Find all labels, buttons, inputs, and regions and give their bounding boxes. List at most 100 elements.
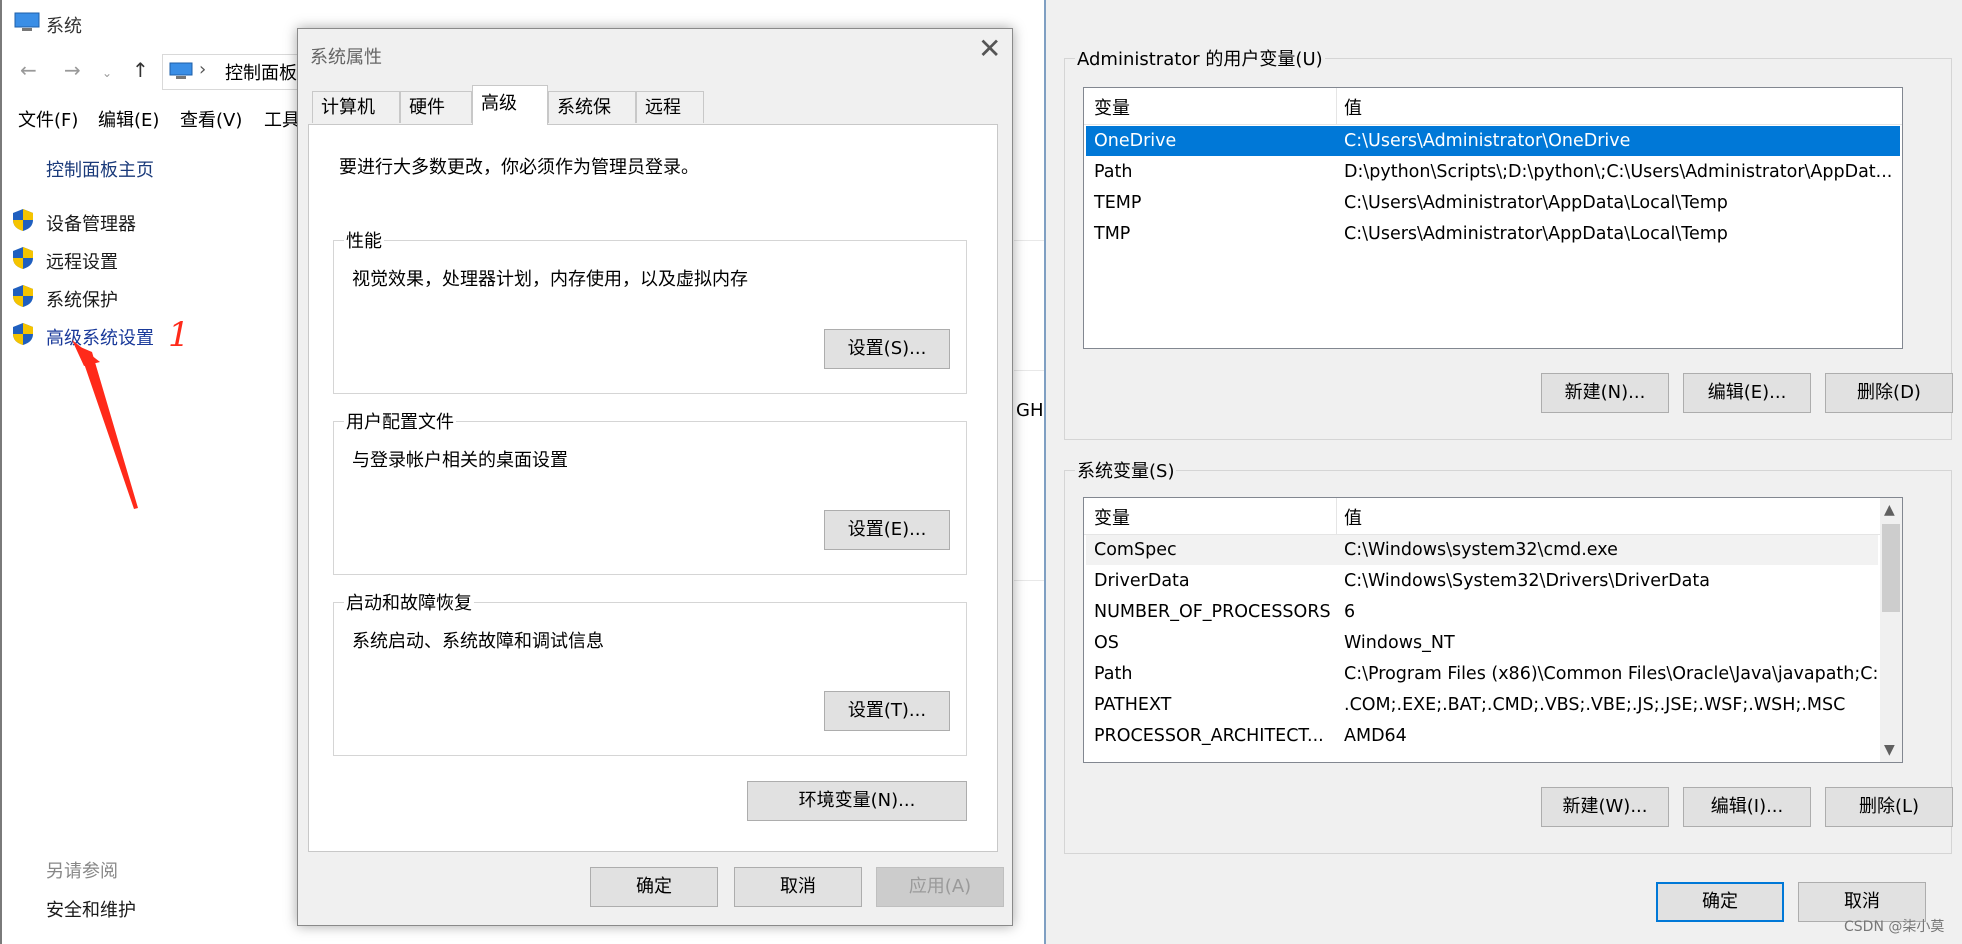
tab-remote[interactable]: 远程 (636, 91, 704, 123)
system-properties-dialog: 系统属性 ✕ 计算机名 硬件 高级 系统保护 远程 要进行大多数更改，你必须作为… (297, 28, 1013, 926)
user-profiles-settings-button[interactable]: 设置(E)... (824, 510, 950, 550)
sidebar-system-protection[interactable]: 系统保护 (46, 286, 118, 312)
variable-value: AMD64 (1344, 726, 1407, 746)
performance-settings-button[interactable]: 设置(S)... (824, 329, 950, 369)
address-bar[interactable]: › 控制面板 (162, 54, 304, 90)
variable-name: OneDrive (1094, 131, 1177, 151)
column-header-value[interactable]: 值 (1344, 504, 1362, 530)
scroll-down-icon[interactable]: ▼ (1884, 742, 1895, 758)
menu-file[interactable]: 文件(F) (18, 106, 78, 132)
sidebar-device-manager[interactable]: 设备管理器 (46, 210, 136, 236)
user-variables-list[interactable]: 变量 值 OneDrive C:\Users\Administrator\One… (1083, 87, 1903, 349)
user-variables-legend: Administrator 的用户变量(U) (1075, 45, 1325, 71)
breadcrumb-control-panel[interactable]: 控制面板 (225, 59, 297, 85)
system-new-button[interactable]: 新建(W)... (1541, 787, 1669, 827)
vertical-scrollbar[interactable]: ▲ ▼ (1880, 498, 1902, 762)
column-header-variable[interactable]: 变量 (1094, 94, 1130, 120)
user-variables-section: Administrator 的用户变量(U) 变量 值 OneDrive C:\… (1064, 45, 1953, 440)
back-arrow-icon[interactable]: ← (20, 58, 37, 82)
variable-value: C:\Users\Administrator\OneDrive (1344, 131, 1631, 151)
variable-value: C:\Program Files (x86)\Common Files\Orac… (1344, 664, 1896, 684)
sidebar-remote-settings[interactable]: 远程设置 (46, 248, 118, 274)
variable-value: Windows_NT (1344, 633, 1455, 653)
startup-recovery-legend: 启动和故障恢复 (344, 589, 474, 615)
scroll-up-icon[interactable]: ▲ (1884, 502, 1895, 518)
column-separator[interactable] (1336, 498, 1337, 534)
shield-icon (13, 285, 33, 307)
cancel-button[interactable]: 取消 (734, 867, 862, 907)
list-item[interactable]: TEMP C:\Users\Administrator\AppData\Loca… (1086, 188, 1900, 218)
sidebar-advanced-system-settings[interactable]: 高级系统设置 (46, 324, 154, 350)
recent-dropdown-icon[interactable]: ⌄ (102, 66, 112, 80)
tab-computer-name[interactable]: 计算机名 (312, 91, 400, 150)
system-variables-legend: 系统变量(S) (1075, 457, 1177, 483)
close-icon[interactable]: ✕ (978, 35, 1001, 63)
tab-advanced[interactable]: 高级 (472, 85, 548, 125)
shield-icon (13, 323, 33, 345)
environment-variables-button[interactable]: 环境变量(N)... (747, 781, 967, 821)
startup-recovery-settings-button[interactable]: 设置(T)... (824, 691, 950, 731)
list-header: 变量 值 (1084, 498, 1902, 535)
column-separator[interactable] (1336, 88, 1337, 124)
list-item[interactable]: PATHEXT .COM;.EXE;.BAT;.CMD;.VBS;.VBE;.J… (1086, 690, 1878, 720)
column-header-variable[interactable]: 变量 (1094, 504, 1130, 530)
divider (1014, 370, 1046, 371)
system-window-title: 系统 (46, 16, 82, 37)
ok-button[interactable]: 确定 (590, 867, 718, 907)
column-header-value[interactable]: 值 (1344, 94, 1362, 120)
variable-value: C:\Users\Administrator\AppData\Local\Tem… (1344, 193, 1728, 213)
variable-value: C:\Windows\system32\cmd.exe (1344, 540, 1618, 560)
performance-group: 性能 视觉效果，处理器计划，内存使用，以及虚拟内存 设置(S)... (333, 227, 967, 394)
divider (1014, 580, 1046, 581)
variable-name: TEMP (1094, 193, 1142, 213)
menu-view[interactable]: 查看(V) (180, 106, 242, 132)
watermark: CSDN @柒小莫 (1844, 919, 1945, 935)
variable-value: 6 (1344, 602, 1356, 622)
env-ok-button[interactable]: 确定 (1656, 882, 1784, 922)
shield-icon (13, 247, 33, 269)
variable-name: PATHEXT (1094, 695, 1172, 715)
shield-icon (13, 209, 33, 231)
list-item[interactable]: DriverData C:\Windows\System32\Drivers\D… (1086, 566, 1878, 596)
column-separator[interactable] (1902, 88, 1903, 124)
dialog-title: 系统属性 (310, 47, 382, 68)
performance-legend: 性能 (344, 227, 384, 253)
computer-icon (14, 12, 40, 31)
user-new-button[interactable]: 新建(N)... (1541, 373, 1669, 413)
variable-name: NUMBER_OF_PROCESSORS (1094, 602, 1331, 622)
list-item[interactable]: OneDrive C:\Users\Administrator\OneDrive (1086, 126, 1900, 156)
environment-variables-dialog: Administrator 的用户变量(U) 变量 值 OneDrive C:\… (1044, 0, 1962, 944)
list-item[interactable]: PROCESSOR_ARCHITECT... AMD64 (1086, 721, 1878, 751)
tab-hardware[interactable]: 硬件 (400, 91, 472, 123)
variable-name: Path (1094, 162, 1133, 182)
system-variables-section: 系统变量(S) 变量 值 ComSpec C:\Windows\system32… (1064, 457, 1953, 854)
list-item[interactable]: ComSpec C:\Windows\system32\cmd.exe (1086, 535, 1878, 565)
variable-name: TMP (1094, 224, 1131, 244)
list-item[interactable]: Path D:\python\Scripts\;D:\python\;C:\Us… (1086, 157, 1900, 187)
list-item[interactable]: OS Windows_NT (1086, 628, 1878, 658)
menu-edit[interactable]: 编辑(E) (98, 106, 159, 132)
list-item[interactable]: TMP C:\Users\Administrator\AppData\Local… (1086, 219, 1900, 249)
list-item[interactable]: NUMBER_OF_PROCESSORS 6 (1086, 597, 1878, 627)
variable-name: PROCESSOR_ARCHITECT... (1094, 726, 1324, 746)
variable-name: DriverData (1094, 571, 1190, 591)
user-delete-button[interactable]: 删除(D) (1825, 373, 1953, 413)
system-variables-list[interactable]: 变量 值 ComSpec C:\Windows\system32\cmd.exe… (1083, 497, 1903, 763)
menu-tools[interactable]: 工具 (264, 106, 300, 132)
system-edit-button[interactable]: 编辑(I)... (1683, 787, 1811, 827)
forward-arrow-icon[interactable]: → (64, 58, 81, 82)
security-maintenance-link[interactable]: 安全和维护 (46, 896, 136, 922)
control-panel-home-link[interactable]: 控制面板主页 (46, 156, 154, 182)
tab-system-protection[interactable]: 系统保护 (548, 91, 636, 150)
system-delete-button[interactable]: 删除(L) (1825, 787, 1953, 827)
variable-name: ComSpec (1094, 540, 1177, 560)
admin-notice: 要进行大多数更改，你必须作为管理员登录。 (339, 157, 699, 178)
control-panel-icon (169, 62, 193, 79)
scroll-thumb[interactable] (1882, 524, 1900, 612)
user-edit-button[interactable]: 编辑(E)... (1683, 373, 1811, 413)
startup-recovery-description: 系统启动、系统故障和调试信息 (352, 631, 604, 652)
variable-name: Path (1094, 664, 1133, 684)
user-profiles-description: 与登录帐户相关的桌面设置 (352, 450, 568, 471)
up-arrow-icon[interactable]: ↑ (132, 58, 149, 82)
list-item[interactable]: Path C:\Program Files (x86)\Common Files… (1086, 659, 1895, 689)
